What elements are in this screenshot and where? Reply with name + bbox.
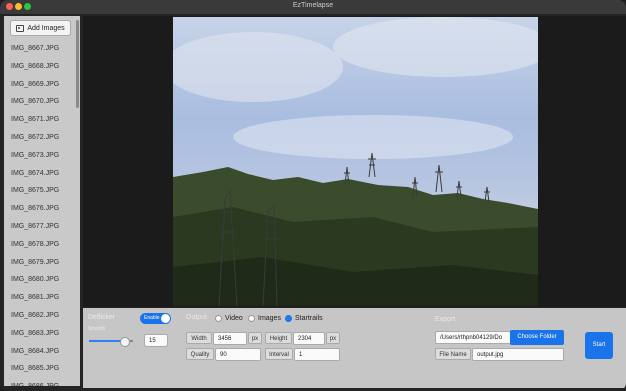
file-list-item[interactable]: IMG_8679.JPG [4,254,74,272]
export-path-input[interactable]: /Users/rthpnb04129/Do [435,331,511,344]
interval-label: Interval [265,348,293,360]
add-images-button[interactable]: Add Images [10,20,71,36]
height-unit: px [326,332,340,344]
file-list-item[interactable]: IMG_8677.JPG [4,218,74,236]
image-sidebar: Add Images IMG_8667.JPG IMG_8668.JPG IMG_8… [4,16,80,386]
image-icon [16,24,25,32]
width-label: Width [186,332,212,344]
smooth-slider[interactable] [89,337,133,347]
radio-label-startrails: Startrails [295,315,323,322]
quality-label: Quality [186,348,214,360]
file-list-item[interactable]: IMG_8667.JPG [4,40,74,58]
smooth-label: Smooth [88,326,106,332]
file-list-item[interactable]: IMG_8684.JPG [4,343,74,361]
quality-input[interactable]: 90 [215,348,261,361]
sidebar-scrollbar[interactable] [76,20,79,108]
landscape-photo [173,17,538,306]
file-list-item[interactable]: IMG_8670.JPG [4,93,74,111]
choose-folder-button[interactable]: Choose Folder [510,330,564,345]
file-list-item[interactable]: IMG_8672.JPG [4,129,74,147]
toggle-knob [161,314,170,323]
file-list-item[interactable]: IMG_8686.JPG [4,378,74,386]
output-title: Output [186,314,208,321]
file-list-item[interactable]: IMG_8668.JPG [4,58,74,76]
radio-images[interactable]: Images [248,315,281,322]
slider-handle[interactable] [120,337,131,347]
file-list-item[interactable]: IMG_8678.JPG [4,236,74,254]
file-list-item[interactable]: IMG_8685.JPG [4,360,74,378]
radio-startrails[interactable]: Startrails [285,315,323,322]
file-list-item[interactable]: IMG_8681.JPG [4,289,74,307]
file-list-item[interactable]: IMG_8676.JPG [4,200,74,218]
radio-label-video: Video [225,315,243,322]
app-window: EzTimelapse Add Images IMG_8667.JPG IMG_8… [0,0,626,391]
start-button[interactable]: Start [585,332,613,359]
width-input[interactable]: 3456 [213,332,247,345]
file-name-input[interactable]: output.jpg [472,348,564,361]
height-label: Height [265,332,292,344]
file-list-item[interactable]: IMG_8683.JPG [4,325,74,343]
file-list-item[interactable]: IMG_8671.JPG [4,111,74,129]
radio-label-images: Images [258,315,281,322]
file-list-item[interactable]: IMG_8674.JPG [4,165,74,183]
settings-panel: Deflicker Enable Smooth 15 Output Video … [83,308,626,388]
file-list-item[interactable]: IMG_8680.JPG [4,271,74,289]
file-list-item[interactable]: IMG_8675.JPG [4,182,74,200]
radio-video[interactable]: Video [215,315,243,322]
slider-fill [89,340,125,342]
radio-dot [215,315,222,322]
file-list-item[interactable]: IMG_8669.JPG [4,76,74,94]
toggle-label: Enable [144,315,160,321]
deflicker-enable-toggle[interactable]: Enable [140,313,171,324]
preview-area [83,16,626,307]
radio-dot-selected [285,315,292,322]
preview-image [173,17,538,306]
width-unit: px [248,332,262,344]
file-list: IMG_8667.JPG IMG_8668.JPG IMG_8669.JPG IMG_… [4,40,74,386]
radio-dot [248,315,255,322]
window-title: EzTimelapse [292,2,334,9]
smooth-value-field[interactable]: 15 [144,334,168,347]
deflicker-title: Deflicker [88,314,116,321]
file-list-item[interactable]: IMG_8673.JPG [4,147,74,165]
export-title: Export [435,316,456,323]
file-list-item[interactable]: IMG_8682.JPG [4,307,74,325]
height-input[interactable]: 2304 [293,332,325,345]
file-name-label: File Name [435,348,471,360]
add-images-label: Add Images [27,24,65,32]
title-bar: EzTimelapse [0,0,626,15]
interval-input[interactable]: 1 [294,348,340,361]
